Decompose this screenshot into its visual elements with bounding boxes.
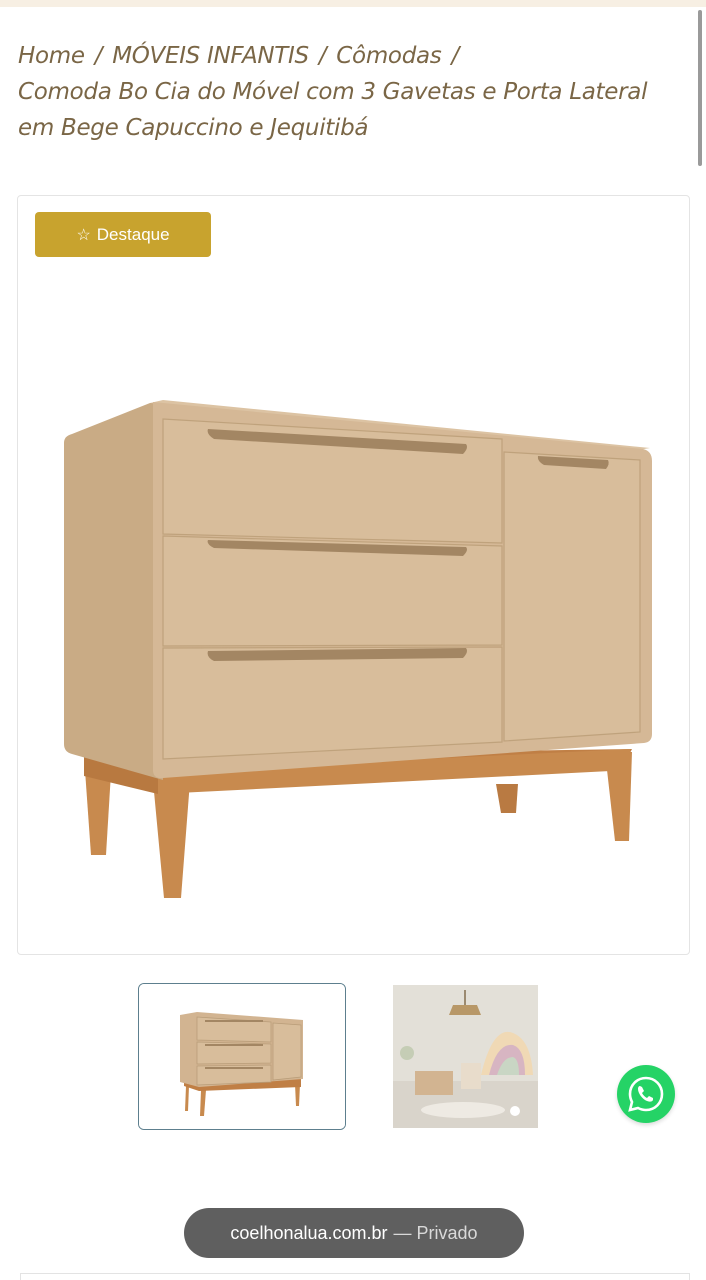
- front-leg-center: [153, 781, 190, 898]
- next-section-edge: [20, 1273, 690, 1280]
- breadcrumb: Home / MÓVEIS INFANTIS / Cômodas / Comoda Bo C…: [18, 38, 678, 146]
- thumbnail-room-image: [393, 985, 538, 1128]
- product-main-image[interactable]: [18, 196, 690, 955]
- product-gallery-main[interactable]: ☆ Destaque: [17, 195, 690, 955]
- cabinet-side: [64, 403, 163, 780]
- breadcrumb-separator: /: [451, 43, 459, 69]
- featured-badge-label: Destaque: [96, 224, 170, 244]
- private-mode-label: — Privado: [393, 1222, 478, 1243]
- breadcrumb-separator: /: [94, 43, 103, 69]
- back-leg-right: [496, 784, 518, 813]
- breadcrumb-current-product: Comoda Bo Cia do Móvel com 3 Gavetas e P…: [18, 79, 648, 141]
- top-strip: [0, 0, 706, 7]
- featured-badge: ☆ Destaque: [35, 212, 211, 257]
- url-domain: coelhonalua.com.br: [230, 1222, 388, 1243]
- breadcrumb-category-link[interactable]: MÓVEIS INFANTIS: [112, 43, 309, 69]
- thumbnail-room-scene[interactable]: [393, 985, 538, 1128]
- breadcrumb-separator: /: [318, 43, 327, 69]
- browser-url-pill[interactable]: coelhonalua.com.br — Privado: [184, 1208, 524, 1258]
- whatsapp-icon: [628, 1076, 664, 1112]
- thumbnail-product-image: [139, 984, 345, 1129]
- star-outline-icon: ☆: [76, 226, 91, 244]
- breadcrumb-home-link[interactable]: Home: [18, 43, 85, 69]
- side-door: [503, 451, 641, 742]
- whatsapp-chat-button[interactable]: [617, 1065, 675, 1123]
- scrollbar-thumb[interactable]: [698, 10, 702, 166]
- breadcrumb-subcategory-link[interactable]: Cômodas: [336, 43, 441, 69]
- thumbnail-product[interactable]: [138, 983, 346, 1130]
- drawer-3: [162, 646, 503, 760]
